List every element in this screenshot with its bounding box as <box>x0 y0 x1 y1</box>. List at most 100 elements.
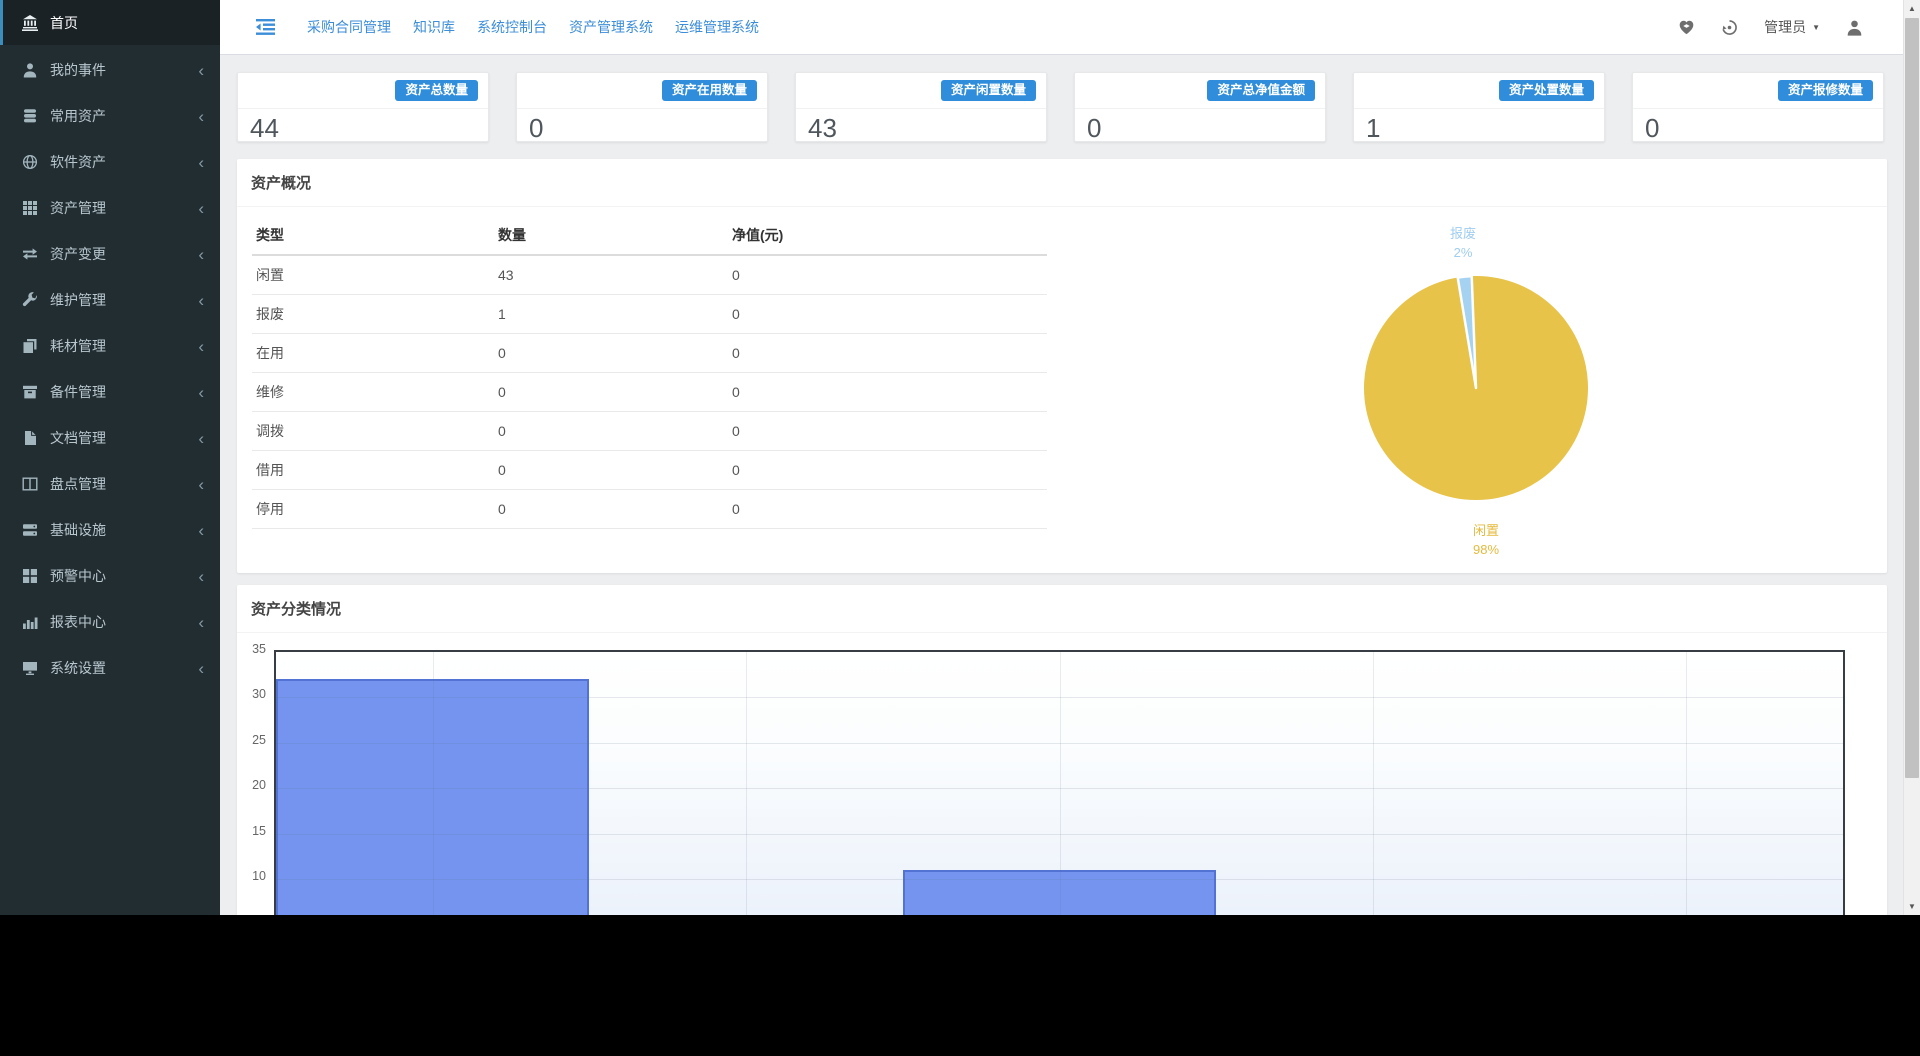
table-cell: 0 <box>494 373 728 412</box>
table-cell: 0 <box>728 373 1047 412</box>
stat-card-3: 资产总净值金额0 <box>1074 72 1326 142</box>
sidebar-item-10[interactable]: 基础设施‹ <box>0 507 220 553</box>
table-cell: 0 <box>494 451 728 490</box>
asset-overview-table: 类型数量净值(元)闲置430报废10在用00维修00调拨00借用00停用00 <box>252 219 1047 529</box>
navbar-right: 管理员 ▼ <box>1678 17 1863 37</box>
table-row: 维修00 <box>252 373 1047 412</box>
bank-icon <box>22 15 38 31</box>
sidebar-item-label: 首页 <box>50 13 78 33</box>
pie-chart <box>1363 275 1589 501</box>
app-window: 首页 我的事件‹常用资产‹软件资产‹资产管理‹资产变更‹维护管理‹耗材管理‹备件… <box>0 0 1920 915</box>
sidebar: 首页 我的事件‹常用资产‹软件资产‹资产管理‹资产变更‹维护管理‹耗材管理‹备件… <box>0 0 220 915</box>
sidebar-item-label: 资产管理 <box>50 198 106 218</box>
panel-title: 资产概况 <box>237 159 1887 206</box>
sidebar-item-3[interactable]: 资产管理 ‹ <box>0 185 220 231</box>
sidebar-item-12[interactable]: 报表中心‹ <box>0 599 220 645</box>
horizontal-gridline <box>276 697 1843 698</box>
stat-card-value: 0 <box>1633 109 1883 148</box>
table-cell: 报废 <box>252 295 494 334</box>
scrollbar-thumb[interactable] <box>1905 18 1919 778</box>
nav-link-1[interactable]: 知识库 <box>413 17 455 37</box>
database-icon <box>22 108 38 124</box>
nav-link-2[interactable]: 系统控制台 <box>477 17 547 37</box>
sidebar-item-5[interactable]: 维护管理‹ <box>0 277 220 323</box>
table-cell: 0 <box>494 334 728 373</box>
sidebar-item-2[interactable]: 软件资产‹ <box>0 139 220 185</box>
stat-card-badge: 资产报修数量 <box>1778 80 1873 101</box>
pie-label-name: 报废 <box>1408 224 1518 243</box>
column-header: 数量 <box>494 219 728 255</box>
horizontal-gridline <box>276 788 1843 789</box>
user-icon <box>22 62 38 78</box>
server-icon <box>22 522 38 538</box>
vertical-gridline <box>433 652 434 915</box>
y-axis-tick-label: 10 <box>228 869 266 883</box>
nav-link-3[interactable]: 资产管理系统 <box>569 17 653 37</box>
sync-icon[interactable] <box>1721 19 1738 36</box>
table-cell: 0 <box>728 412 1047 451</box>
table-cell: 0 <box>728 255 1047 295</box>
stat-card-0: 资产总数量44 <box>237 72 489 142</box>
table-cell: 0 <box>494 490 728 529</box>
plot-area <box>274 650 1845 915</box>
sidebar-item-label: 维护管理 <box>50 290 106 310</box>
pie-label-scrapped: 报废2% <box>1408 224 1518 262</box>
heart-care-icon[interactable] <box>1678 19 1695 36</box>
table-cell: 闲置 <box>252 255 494 295</box>
sidebar-item-label: 盘点管理 <box>50 474 106 494</box>
sidebar-item-9[interactable]: 盘点管理‹ <box>0 461 220 507</box>
sidebar-item-6[interactable]: 耗材管理‹ <box>0 323 220 369</box>
pie-label-name: 闲置 <box>1431 521 1541 540</box>
wrench-icon <box>22 292 38 308</box>
chevron-left-icon: ‹ <box>198 568 204 585</box>
stat-card-value: 1 <box>1354 109 1604 148</box>
stat-card-4: 资产处置数量1 <box>1353 72 1605 142</box>
sidebar-item-home[interactable]: 首页 <box>0 0 220 45</box>
columns-icon <box>22 476 38 492</box>
pie-label-percent: 2% <box>1408 243 1518 262</box>
outdent-icon[interactable] <box>256 19 275 35</box>
vertical-scrollbar[interactable]: ▲ ▼ <box>1903 0 1920 915</box>
sidebar-item-label: 常用资产 <box>50 106 106 126</box>
caret-down-icon: ▼ <box>1812 23 1820 32</box>
panel-header: 资产分类情况 <box>237 585 1887 633</box>
vertical-gridline <box>1686 652 1687 915</box>
copy-icon <box>22 338 38 354</box>
bar-chart-icon <box>22 614 38 630</box>
asset-status-pie-chart: 报废2% 闲置98% <box>1337 214 1627 564</box>
table-cell: 43 <box>494 255 728 295</box>
sidebar-item-1[interactable]: 常用资产‹ <box>0 93 220 139</box>
nav-link-0[interactable]: 采购合同管理 <box>307 17 391 37</box>
stat-card-badge: 资产闲置数量 <box>941 80 1036 101</box>
chevron-left-icon: ‹ <box>198 614 204 631</box>
pie-label-percent: 98% <box>1431 540 1541 559</box>
scroll-down-arrow-icon[interactable]: ▼ <box>1904 898 1920 915</box>
chevron-left-icon: ‹ <box>198 384 204 401</box>
sidebar-item-7[interactable]: 备件管理‹ <box>0 369 220 415</box>
table-cell: 调拨 <box>252 412 494 451</box>
user-menu[interactable]: 管理员 ▼ <box>1764 17 1820 37</box>
sidebar-item-8[interactable]: 文档管理‹ <box>0 415 220 461</box>
scroll-up-arrow-icon[interactable]: ▲ <box>1904 0 1920 17</box>
sidebar-item-13[interactable]: 系统设置‹ <box>0 645 220 691</box>
table-row: 报废10 <box>252 295 1047 334</box>
table-cell: 维修 <box>252 373 494 412</box>
table-cell: 0 <box>728 490 1047 529</box>
chevron-left-icon: ‹ <box>198 430 204 447</box>
horizontal-gridline <box>276 834 1843 835</box>
chevron-left-icon: ‹ <box>198 246 204 263</box>
sidebar-item-label: 软件资产 <box>50 152 106 172</box>
sidebar-item-0[interactable]: 我的事件‹ <box>0 47 220 93</box>
vertical-gridline <box>1060 652 1061 915</box>
sidebar-item-11[interactable]: 预警中心‹ <box>0 553 220 599</box>
table-header-row: 类型数量净值(元) <box>252 219 1047 255</box>
user-avatar-icon[interactable] <box>1846 19 1863 36</box>
stat-card-2: 资产闲置数量43 <box>795 72 1047 142</box>
table-cell: 借用 <box>252 451 494 490</box>
sidebar-item-4[interactable]: 资产变更‹ <box>0 231 220 277</box>
nav-link-4[interactable]: 运维管理系统 <box>675 17 759 37</box>
chevron-left-icon: ‹ <box>198 200 204 217</box>
table-row: 调拨00 <box>252 412 1047 451</box>
pie-label-idle: 闲置98% <box>1431 521 1541 559</box>
table-cell: 0 <box>728 451 1047 490</box>
